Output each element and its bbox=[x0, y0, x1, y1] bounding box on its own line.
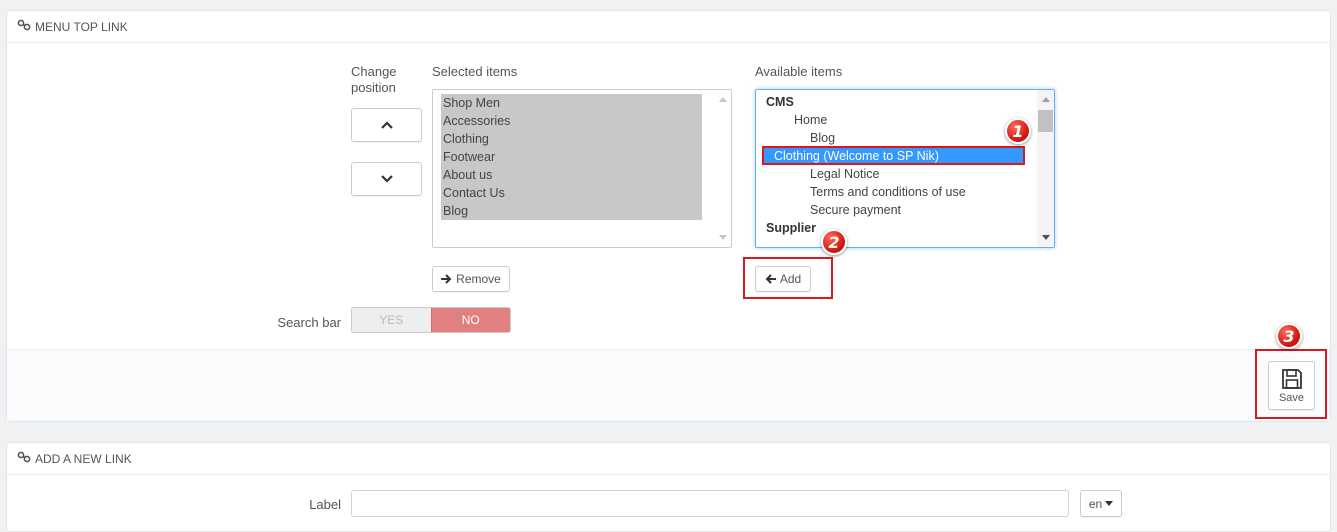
label-field-label: Label bbox=[309, 497, 341, 512]
link-icon bbox=[17, 443, 31, 475]
panel-footer: Save bbox=[7, 349, 1330, 421]
link-icon bbox=[17, 11, 31, 43]
available-list-item[interactable]: Legal Notice bbox=[756, 165, 880, 183]
selected-items-scrollbar[interactable] bbox=[714, 90, 731, 247]
change-position-label: Change position bbox=[351, 64, 411, 96]
remove-label: Remove bbox=[456, 272, 501, 286]
available-items-label: Available items bbox=[755, 64, 843, 79]
arrow-right-icon bbox=[441, 274, 452, 284]
add-label: Add bbox=[779, 272, 802, 286]
language-label: en bbox=[1088, 496, 1103, 511]
move-up-button[interactable] bbox=[351, 108, 422, 142]
selected-list-item[interactable]: About us bbox=[441, 166, 702, 184]
available-list-item[interactable]: Secure payment bbox=[756, 201, 901, 219]
save-label: Save bbox=[1278, 391, 1305, 404]
selected-list-item[interactable]: Footwear bbox=[441, 148, 702, 166]
selected-list-item[interactable]: Contact Us bbox=[441, 184, 702, 202]
chevron-down-icon bbox=[380, 172, 393, 186]
scroll-up-icon[interactable] bbox=[719, 97, 727, 102]
panel-heading: MENU TOP LINK bbox=[7, 11, 1330, 43]
scroll-down-icon[interactable] bbox=[1042, 235, 1050, 240]
change-position-line1: Change bbox=[351, 64, 397, 79]
search-bar-label: Search bar bbox=[277, 315, 341, 330]
scroll-thumb[interactable] bbox=[1038, 110, 1053, 132]
language-dropdown[interactable]: en bbox=[1080, 490, 1122, 517]
available-group-header: CMS bbox=[766, 95, 794, 109]
toggle-no[interactable]: NO bbox=[430, 308, 510, 332]
scroll-down-icon[interactable] bbox=[719, 235, 727, 240]
add-button[interactable]: Add bbox=[755, 266, 811, 292]
menu-top-link-panel: MENU TOP LINK Change position Selected i… bbox=[6, 10, 1331, 422]
selected-list-item[interactable]: Blog bbox=[441, 202, 702, 220]
label-input[interactable] bbox=[351, 490, 1069, 517]
available-list-item[interactable]: Home bbox=[756, 111, 827, 129]
panel-title: ADD A NEW LINK bbox=[35, 452, 132, 466]
step-badge-3: 3 bbox=[1276, 323, 1302, 349]
search-bar-toggle[interactable]: YES NO bbox=[351, 307, 511, 333]
selected-list-item[interactable]: Clothing bbox=[441, 130, 702, 148]
available-group-header: Supplier bbox=[766, 221, 817, 235]
toggle-yes[interactable]: YES bbox=[352, 308, 431, 332]
move-down-button[interactable] bbox=[351, 162, 422, 196]
available-items-list: CMS Home Blog Clothing (Welcome to SP Nik) L… bbox=[756, 93, 1037, 247]
scroll-up-icon[interactable] bbox=[1042, 97, 1050, 102]
save-button[interactable]: Save bbox=[1268, 361, 1315, 410]
available-list-item[interactable]: Blog bbox=[756, 129, 835, 147]
selected-list-item[interactable]: Shop Men bbox=[441, 94, 702, 112]
available-list-item[interactable]: Terms and conditions of use bbox=[756, 183, 966, 201]
caret-down-icon bbox=[1105, 501, 1114, 506]
panel-title: MENU TOP LINK bbox=[35, 20, 128, 34]
chevron-up-icon bbox=[380, 118, 393, 132]
arrow-left-icon bbox=[765, 274, 776, 284]
available-items-listbox[interactable]: CMS Home Blog Clothing (Welcome to SP Nik) L… bbox=[755, 89, 1055, 248]
available-items-scrollbar[interactable] bbox=[1037, 90, 1054, 247]
remove-button[interactable]: Remove bbox=[432, 266, 510, 292]
step-badge-1: 1 bbox=[1005, 118, 1031, 144]
selected-items-label: Selected items bbox=[432, 64, 518, 79]
step-badge-2: 2 bbox=[821, 229, 847, 255]
available-list-item[interactable]: Clothing (Welcome to SP Nik) bbox=[764, 147, 1024, 165]
panel-heading: ADD A NEW LINK bbox=[7, 443, 1330, 475]
selected-list-item[interactable]: Accessories bbox=[441, 112, 702, 130]
change-position-line2: position bbox=[351, 80, 396, 95]
selected-items-list: Shop Men Accessories Clothing Footwear About… bbox=[441, 94, 702, 220]
selected-items-listbox[interactable]: Shop Men Accessories Clothing Footwear About… bbox=[432, 89, 732, 248]
save-icon bbox=[1281, 368, 1303, 390]
